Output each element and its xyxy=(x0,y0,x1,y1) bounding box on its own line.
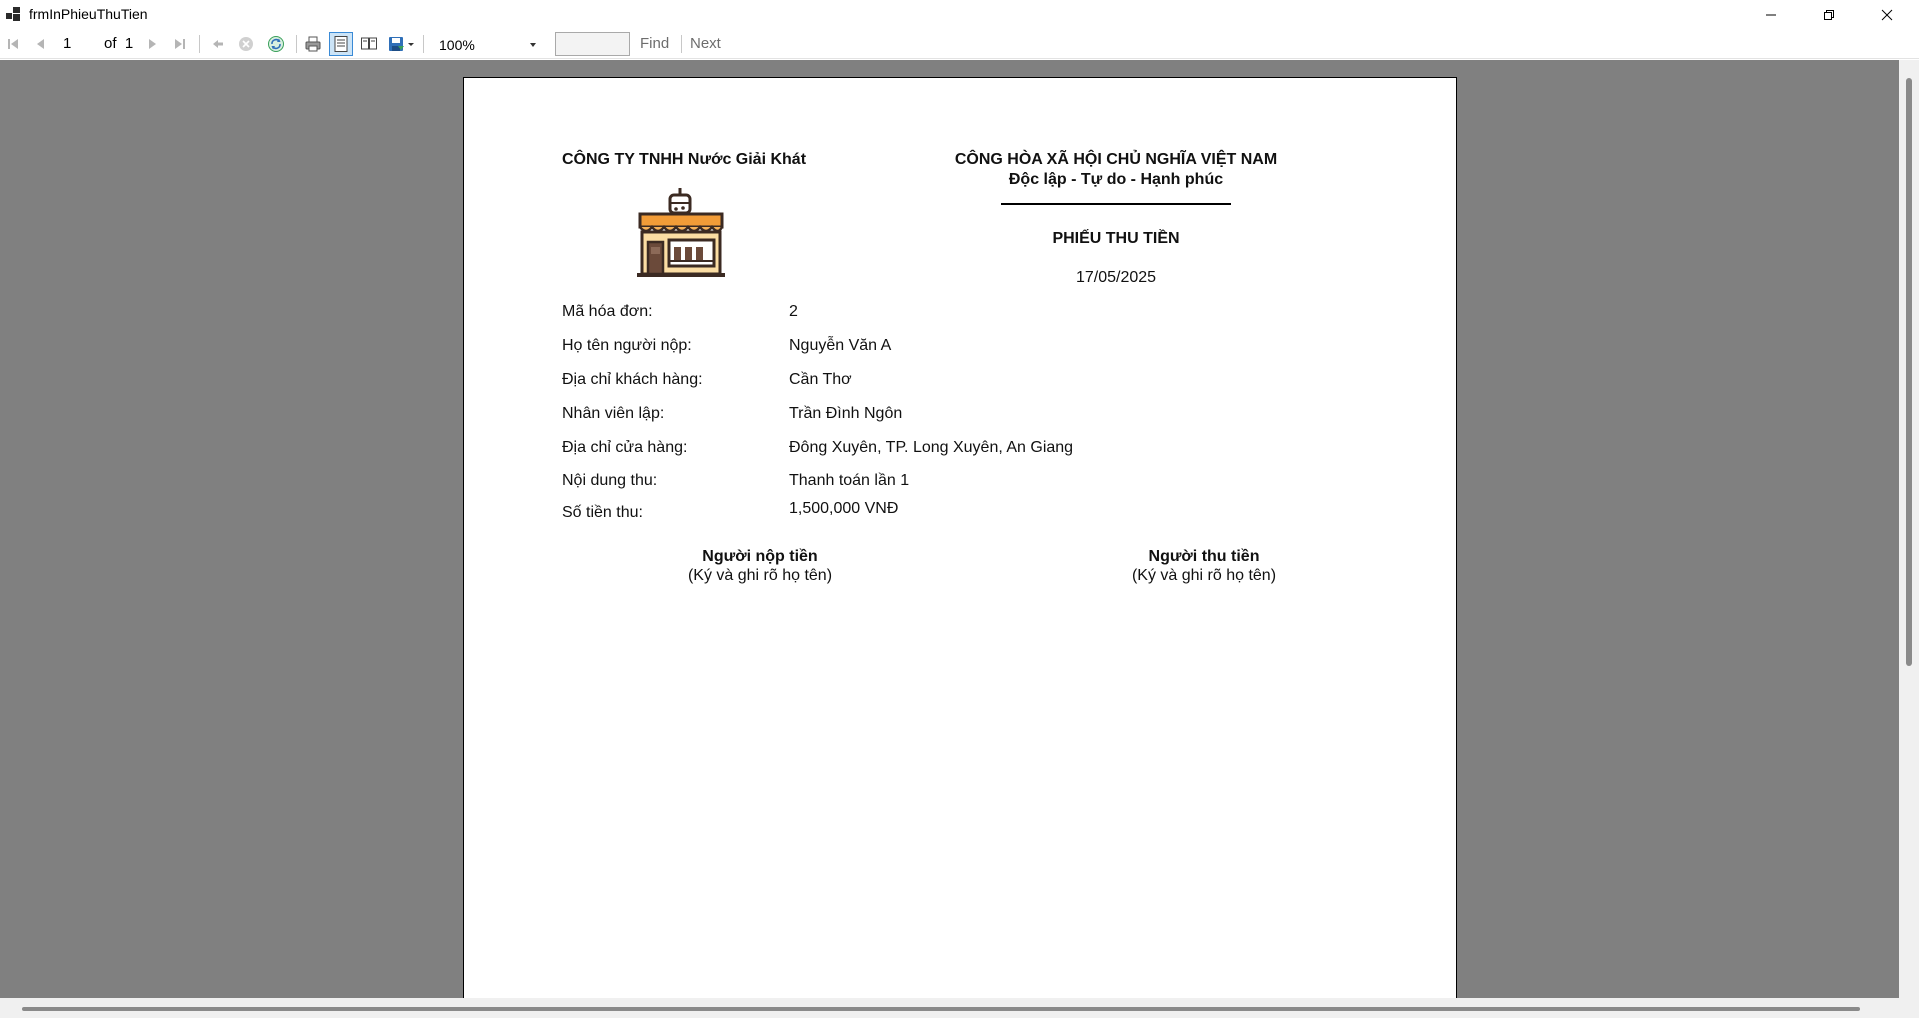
export-button[interactable] xyxy=(386,32,416,56)
field-value-amount: 1,500,000 VNĐ xyxy=(789,500,899,517)
current-page-input[interactable]: 1 xyxy=(60,33,100,55)
of-label: of xyxy=(104,35,117,52)
app-icon xyxy=(6,7,20,21)
field-label-store-address: Địa chỉ cửa hàng: xyxy=(562,439,688,456)
close-icon xyxy=(1881,9,1893,20)
report-page: CÔNG TY TNHH Nước Giải Khát CÔNG HÒA XÃ … xyxy=(463,77,1457,998)
field-label-invoice-id: Mã hóa đơn: xyxy=(562,303,653,320)
signer-left-note: (Ký và ghi rõ họ tên) xyxy=(687,567,833,584)
refresh-icon xyxy=(268,36,284,52)
refresh-button[interactable] xyxy=(264,32,288,56)
back-button[interactable] xyxy=(206,32,230,56)
minimize-icon xyxy=(1766,14,1776,15)
zoom-select[interactable]: 100% xyxy=(430,32,542,56)
stop-icon xyxy=(239,37,253,51)
vertical-scroll-thumb[interactable] xyxy=(1906,78,1912,666)
printer-icon xyxy=(305,36,321,52)
previous-page-icon xyxy=(37,39,44,49)
close-button[interactable] xyxy=(1858,0,1916,29)
field-label-staff: Nhân viên lập: xyxy=(562,405,665,422)
field-label-payer-name: Họ tên người nộp: xyxy=(562,337,692,354)
window-title: frmInPhieuThuTien xyxy=(29,6,148,22)
page-count-label: of 1 xyxy=(104,33,133,55)
next-page-icon xyxy=(149,39,156,49)
field-value-payer-name: Nguyễn Văn A xyxy=(789,337,892,354)
nation-motto: Độc lập - Tự do - Hạnh phúc xyxy=(1008,171,1224,188)
print-button[interactable] xyxy=(301,32,325,56)
document-title: PHIẾU THU TIỀN xyxy=(1052,230,1180,247)
report-toolbar: 1 of 1 100% Find Next xyxy=(0,29,1919,59)
total-pages: 1 xyxy=(124,35,134,52)
page-setup-button[interactable] xyxy=(357,32,381,56)
zoom-value: 100% xyxy=(439,37,475,53)
vertical-scrollbar[interactable] xyxy=(1899,60,1919,998)
company-name: CÔNG TY TNHH Nước Giải Khát xyxy=(562,151,807,168)
save-export-icon xyxy=(389,37,414,51)
previous-page-button[interactable] xyxy=(29,32,53,56)
field-value-invoice-id: 2 xyxy=(789,303,798,320)
motto-divider xyxy=(1001,203,1231,205)
find-next-button[interactable]: Next xyxy=(690,33,721,55)
page-setup-icon xyxy=(361,37,377,50)
chevron-down-icon xyxy=(530,43,536,47)
field-label-customer-address: Địa chỉ khách hàng: xyxy=(562,371,703,388)
back-arrow-icon xyxy=(213,40,223,48)
signer-right-note: (Ký và ghi rõ họ tên) xyxy=(1131,567,1277,584)
field-value-customer-address: Cần Thơ xyxy=(789,371,852,388)
report-viewer: CÔNG TY TNHH Nước Giải Khát CÔNG HÒA XÃ … xyxy=(0,60,1899,998)
last-page-icon xyxy=(175,39,185,49)
field-label-content: Nội dung thu: xyxy=(562,472,658,489)
next-page-button[interactable] xyxy=(140,32,164,56)
field-value-content: Thanh toán lần 1 xyxy=(789,472,910,489)
first-page-icon xyxy=(8,39,18,49)
title-bar: frmInPhieuThuTien xyxy=(0,0,1919,29)
horizontal-scroll-thumb[interactable] xyxy=(22,1007,1860,1011)
signer-left-title: Người nộp tiền xyxy=(702,548,818,565)
field-label-amount: Số tiền thu: xyxy=(562,504,643,521)
first-page-button[interactable] xyxy=(1,32,25,56)
find-input[interactable] xyxy=(555,32,630,56)
restore-icon xyxy=(1824,9,1834,20)
page-layout-icon xyxy=(334,36,348,52)
field-value-store-address: Đông Xuyên, TP. Long Xuyên, An Giang xyxy=(789,439,1074,456)
horizontal-scrollbar[interactable] xyxy=(0,998,1919,1018)
minimize-button[interactable] xyxy=(1742,0,1800,29)
print-layout-button[interactable] xyxy=(329,32,353,56)
document-date: 17/05/2025 xyxy=(1075,269,1157,286)
field-value-staff: Trần Đình Ngôn xyxy=(789,405,903,422)
stop-button[interactable] xyxy=(234,32,258,56)
signer-right-title: Người thu tiền xyxy=(1148,548,1260,565)
last-page-button[interactable] xyxy=(168,32,192,56)
shop-storefront-icon xyxy=(637,188,725,277)
find-button[interactable]: Find xyxy=(640,33,669,55)
restore-button[interactable] xyxy=(1800,0,1858,29)
nation-title: CÔNG HÒA XÃ HỘI CHỦ NGHĨA VIỆT NAM xyxy=(954,151,1278,168)
